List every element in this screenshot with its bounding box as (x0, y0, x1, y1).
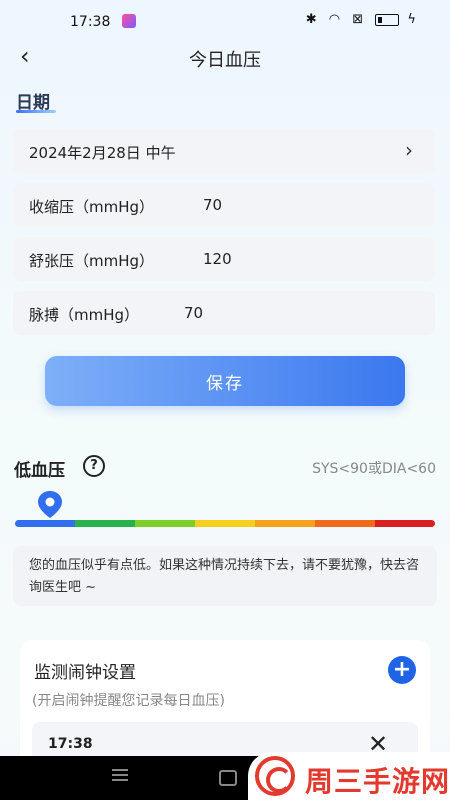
watermark-text: 周三手游网 (305, 765, 450, 798)
status-icons: ✱ ◠ ⊠ ϟ (306, 12, 420, 27)
bp-range-text: SYS<90或DIA<60 (312, 461, 436, 477)
bp-scale-segment (195, 520, 255, 527)
watermark-logo (255, 756, 295, 796)
add-alarm-button[interactable]: + (388, 656, 416, 684)
diastolic-field[interactable]: 舒张压（mmHg） 120 (13, 237, 435, 281)
advice-text: 您的血压似乎有点低。如果这种情况持续下去，请不要犹豫，快去咨询医生吧 ~ (13, 546, 437, 606)
systolic-label: 收缩压（mmHg） (29, 198, 155, 216)
app-notification-icon (122, 14, 136, 28)
charging-icon: ϟ (407, 12, 420, 27)
bluetooth-icon: ✱ (305, 12, 321, 27)
alarm-item-time: 17:38 (48, 736, 93, 752)
alarm-title: 监测闹钟设置 (34, 663, 136, 683)
signal-off-icon: ⊠ (352, 12, 368, 27)
date-picker[interactable]: 2024年2月28日 中午 › (13, 129, 435, 173)
wifi-icon: ◠ (328, 12, 345, 27)
bp-scale-bar (15, 520, 435, 527)
menu-nav-icon[interactable] (112, 769, 128, 781)
systolic-field[interactable]: 收缩压（mmHg） 70 (13, 183, 435, 227)
bp-scale-segment (75, 520, 135, 527)
bp-status-title: 低血压 (14, 461, 65, 481)
bp-scale-segment (315, 520, 375, 527)
bp-scale-segment (15, 520, 75, 527)
date-value: 2024年2月28日 中午 (29, 144, 176, 162)
status-time: 17:38 (70, 14, 111, 30)
page-title: 今日血压 (189, 50, 261, 71)
chevron-right-icon: › (405, 138, 413, 162)
status-bar: 17:38 ✱ ◠ ⊠ ϟ (0, 0, 450, 40)
section-underline (16, 110, 56, 113)
pulse-value[interactable]: 70 (184, 304, 203, 322)
location-pin-icon (38, 491, 62, 518)
pulse-field[interactable]: 脉搏（mmHg） 70 (13, 291, 435, 335)
diastolic-label: 舒张压（mmHg） (29, 252, 155, 270)
save-button[interactable]: 保存 (45, 356, 405, 406)
pulse-label: 脉搏（mmHg） (29, 306, 140, 324)
battery-icon (375, 13, 400, 26)
alarm-subtitle: (开启闹钟提醒您记录每日血压) (32, 693, 225, 709)
bp-scale-segment (255, 520, 315, 527)
bp-scale-segment (375, 520, 435, 527)
bp-scale-segment (135, 520, 195, 527)
systolic-value[interactable]: 70 (203, 196, 222, 214)
diastolic-value[interactable]: 120 (203, 250, 232, 268)
help-icon[interactable]: ? (83, 455, 105, 477)
home-nav-icon[interactable] (219, 770, 237, 786)
